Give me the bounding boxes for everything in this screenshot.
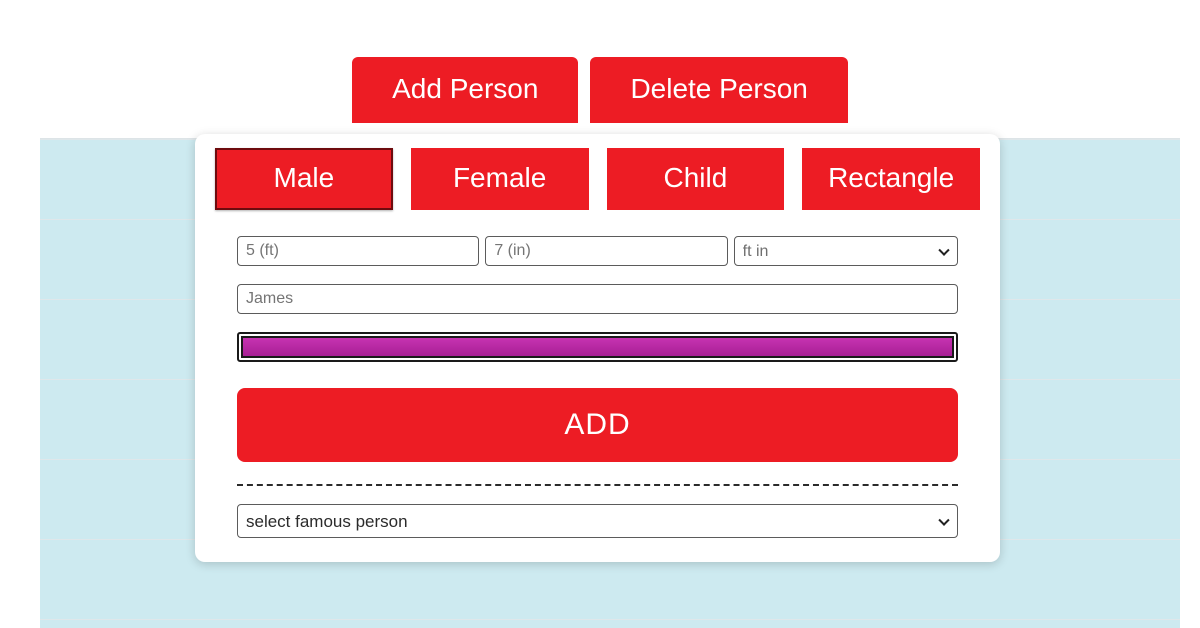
color-picker[interactable] [237, 332, 958, 362]
tab-delete-person[interactable]: Delete Person [590, 57, 847, 123]
name-input[interactable] [237, 284, 958, 314]
unit-select[interactable]: ft in [734, 236, 958, 266]
height-feet-input[interactable] [237, 236, 479, 266]
type-male-button[interactable]: Male [215, 148, 393, 210]
tab-add-person[interactable]: Add Person [352, 57, 578, 123]
person-type-row: Male Female Child Rectangle [215, 148, 980, 210]
mode-tabs: Add Person Delete Person [0, 57, 1200, 123]
type-female-button[interactable]: Female [411, 148, 589, 210]
gridline [40, 619, 1180, 620]
height-inches-input[interactable] [485, 236, 727, 266]
type-rectangle-button[interactable]: Rectangle [802, 148, 980, 210]
add-button[interactable]: ADD [237, 388, 958, 462]
divider [237, 484, 958, 486]
color-swatch[interactable] [241, 336, 954, 358]
height-input-row: ft in [237, 236, 958, 266]
famous-person-select[interactable]: select famous person [237, 504, 958, 538]
add-person-panel: Male Female Child Rectangle ft in ADD [195, 134, 1000, 562]
type-child-button[interactable]: Child [607, 148, 785, 210]
